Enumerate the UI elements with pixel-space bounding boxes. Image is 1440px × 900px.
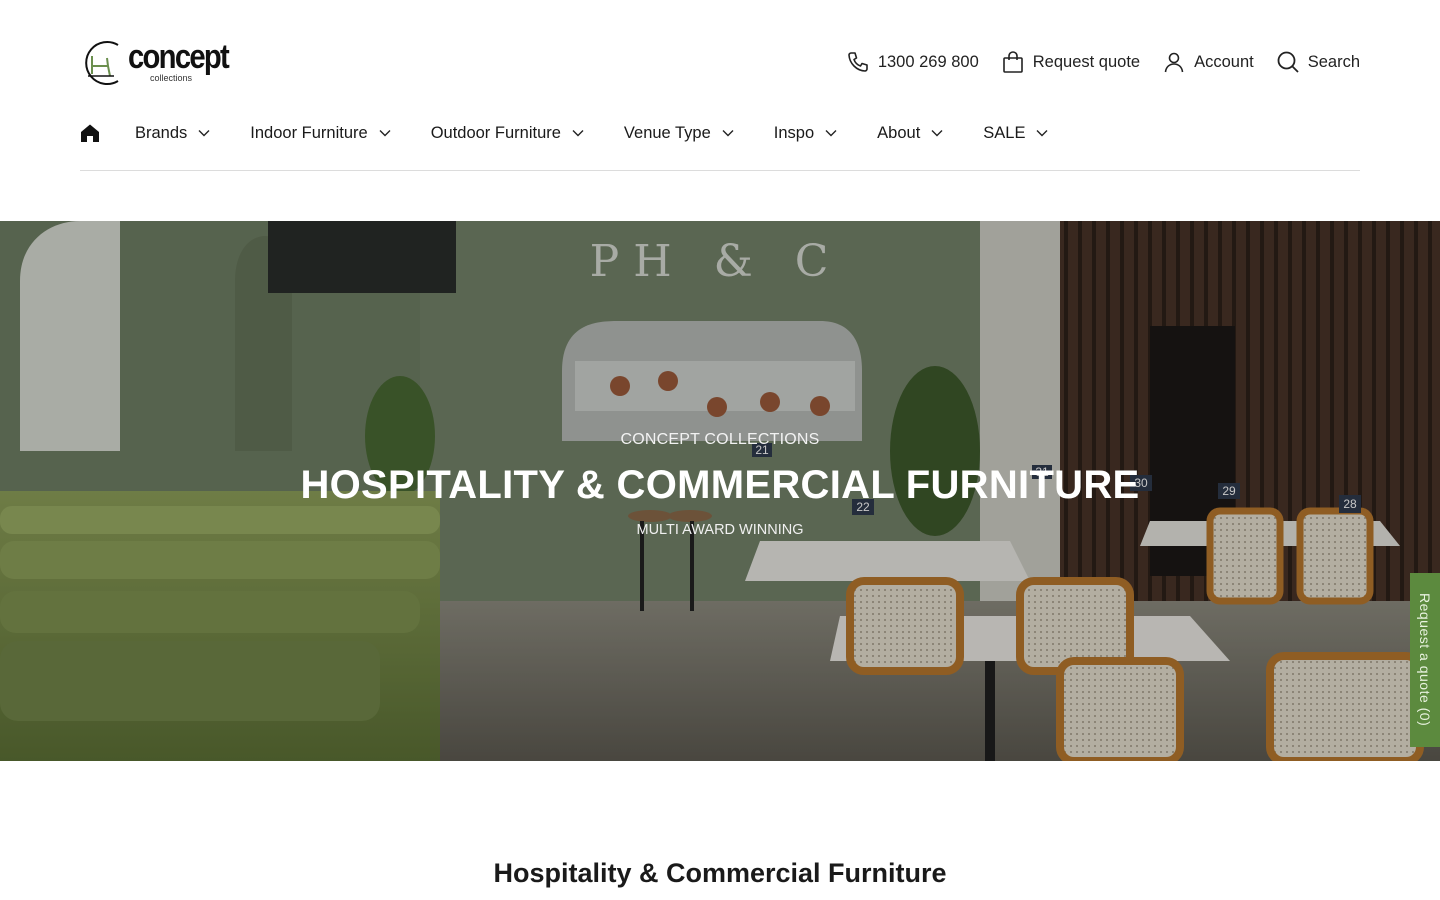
request-quote-label: Request quote — [1032, 52, 1141, 71]
phone-link[interactable]: 1300 269 800 — [846, 50, 979, 74]
chevron-down-icon — [572, 130, 584, 137]
nav-item-label: SALE — [983, 123, 1026, 142]
hero-subtitle: MULTI AWARD WINNING — [636, 522, 804, 538]
nav-item-label: Outdoor Furniture — [430, 123, 561, 142]
main-nav: Brands Indoor Furniture Outdoor Furnitur… — [80, 118, 1088, 148]
nav-item-outdoor-furniture[interactable]: Outdoor Furniture — [431, 124, 584, 143]
hero-content: CONCEPT COLLECTIONS HOSPITALITY & COMMER… — [0, 431, 1440, 538]
search-link[interactable]: Search — [1276, 50, 1360, 74]
brand-subtitle: collections — [150, 73, 193, 83]
nav-item-venue-type[interactable]: Venue Type — [624, 124, 734, 143]
phone-icon — [848, 52, 868, 72]
nav-item-inspo[interactable]: Inspo — [774, 124, 837, 143]
request-quote-tab[interactable]: Request a quote (0) — [1410, 573, 1440, 747]
utility-links: 1300 269 800 Request quote Account Searc… — [824, 48, 1360, 76]
header-divider — [80, 170, 1360, 171]
chevron-down-icon — [1036, 130, 1048, 137]
brand-name: concept — [128, 38, 230, 76]
request-quote-tab-label: Request a quote (0) — [1417, 593, 1433, 727]
hero-title: HOSPITALITY & COMMERCIAL FURNITURE — [300, 463, 1140, 507]
phone-number: 1300 269 800 — [877, 52, 979, 71]
hero-eyebrow: CONCEPT COLLECTIONS — [620, 431, 820, 448]
chair-logo-icon — [85, 41, 119, 85]
nav-item-label: Indoor Furniture — [250, 123, 368, 142]
nav-item-about[interactable]: About — [877, 124, 943, 143]
chevron-down-icon — [722, 130, 734, 137]
account-label: Account — [1194, 52, 1254, 71]
request-quote-link[interactable]: Request quote — [1001, 50, 1140, 74]
account-link[interactable]: Account — [1162, 50, 1254, 74]
chevron-down-icon — [825, 130, 837, 137]
search-label: Search — [1307, 52, 1360, 71]
nav-item-brands[interactable]: Brands — [135, 124, 210, 143]
chevron-down-icon — [198, 130, 210, 137]
nav-item-label: Inspo — [773, 123, 815, 142]
hero-banner: PH & C 21 22 31 30 29 28 CONCEPT COLLECT… — [0, 221, 1440, 761]
user-icon — [1164, 52, 1184, 73]
nav-item-label: About — [877, 123, 921, 142]
nav-item-label: Venue Type — [623, 123, 711, 142]
nav-item-sale[interactable]: SALE — [983, 124, 1048, 143]
chevron-down-icon — [931, 130, 943, 137]
bag-icon — [1002, 51, 1023, 73]
brand-wordmark: concept collections — [128, 38, 230, 86]
section-title: Hospitality & Commercial Furniture — [493, 858, 947, 888]
nav-item-label: Brands — [135, 123, 188, 142]
site-header: concept collections 1300 269 800 Request… — [80, 0, 1360, 171]
chevron-down-icon — [379, 130, 391, 137]
brand-logo[interactable]: concept collections — [80, 38, 230, 86]
nav-item-indoor-furniture[interactable]: Indoor Furniture — [250, 123, 391, 143]
home-icon[interactable] — [80, 123, 100, 143]
search-icon — [1277, 51, 1299, 73]
